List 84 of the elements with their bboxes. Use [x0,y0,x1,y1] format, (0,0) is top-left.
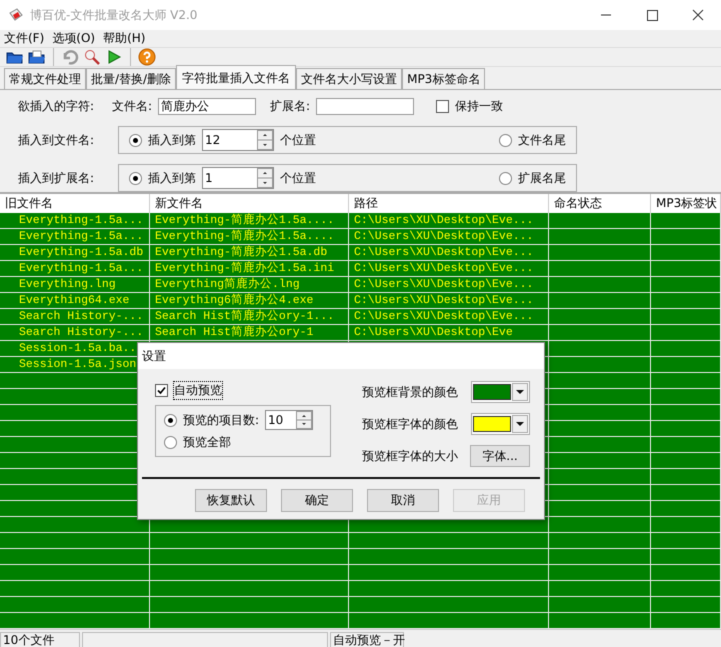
column-header[interactable]: MP3标签状 [651,194,721,213]
tab[interactable]: 文件名大小写设置 [296,68,402,89]
spin-field[interactable]: 12 [202,129,274,151]
table-cell: C:\Users\XU\Desktop\Eve... [349,229,549,244]
field-label: 扩展名: [270,98,310,114]
tab[interactable]: 字符批量插入文件名 [176,65,296,89]
table-cell: C:\Users\XU\Desktop\Eve... [349,261,549,276]
help-icon[interactable] [138,48,156,66]
table-cell: C:\Users\XU\Desktop\Eve... [349,309,549,324]
window-title: 博百优-文件批量改名大师 V2.0 [30,6,198,24]
spin-suffix: 个位置 [280,132,316,148]
setting-label: 预览框背景的颜色 [362,384,458,400]
radio-button[interactable] [129,172,142,184]
dialog-button[interactable]: 恢复默认 [195,489,267,512]
table-cell: Everything-简鹿办公1.5a.ini [150,261,349,276]
spin-suffix: 个位置 [280,170,316,186]
spin-field[interactable]: 1 [202,167,274,189]
spin-arrows-icon[interactable] [296,411,312,429]
table-cell: Everything-1.5a... [0,261,150,276]
radio-label: 预览的项目数: [183,412,260,428]
tab[interactable]: 批量/替换/删除 [86,68,176,89]
table-cell: C:\Users\XU\Desktop\Eve... [349,277,549,292]
radio-button[interactable] [499,172,512,184]
checkbox-label: 保持一致 [455,98,504,114]
table-cell: Everything-1.5a... [0,229,150,244]
radio-label: 插入到第 [148,170,196,186]
table-cell: Everything-简鹿办公1.5a.... [150,229,349,244]
table-cell: Everything6简鹿办公4.exe [150,293,349,308]
tab[interactable]: MP3标签命名 [402,68,486,89]
table-cell: C:\Users\XU\Desktop\Eve... [349,213,549,228]
table-cell: Everything-1.5a... [0,213,150,228]
table-cell: Everything-1.5a.db [0,245,150,260]
spin-field[interactable]: 10 [265,410,314,430]
field-label: 插入到文件名: [18,132,96,148]
table-cell: C:\Users\XU\Desktop\Eve [349,325,549,340]
radio-label: 预览全部 [183,434,231,450]
table-cell: Everything简鹿办公.lng [150,277,349,292]
color-picker[interactable] [471,413,530,435]
radio-button[interactable] [164,414,177,426]
checkbox[interactable] [155,384,168,396]
dialog-button[interactable]: 确定 [281,489,353,512]
app-icon [8,7,24,23]
table-cell: C:\Users\XU\Desktop\Eve... [349,245,549,260]
color-picker[interactable] [471,381,530,403]
radio-button[interactable] [129,134,142,146]
table-cell: Search History-... [0,309,150,324]
folder-icon[interactable] [28,49,46,65]
menu-item[interactable]: 帮助(H) [103,30,146,47]
setting-label: 预览框字体的颜色 [362,416,458,432]
table-cell: Everything-简鹿办公1.5a.db [150,245,349,260]
column-header[interactable]: 路径 [349,194,549,213]
table-cell: Search Hist简鹿办公ory-1... [150,309,349,324]
field-label: 欲插入的字符: [18,98,96,114]
spin-arrows-icon[interactable] [257,168,273,188]
status-cell: 10个文件 [0,632,80,647]
column-header[interactable]: 旧文件名 [0,194,150,213]
extension-field[interactable] [316,98,414,114]
column-header[interactable]: 命名状态 [549,194,651,213]
menu-item[interactable]: 文件(F) [4,30,44,47]
radio-label: 扩展名尾 [518,170,566,186]
status-cell: 自动预览－开 [330,632,404,647]
column-header[interactable]: 新文件名 [150,194,349,213]
table-cell: C:\Users\XU\Desktop\Eve... [349,293,549,308]
font-button[interactable]: 字体... [470,445,530,467]
table-cell: Search History-... [0,325,150,340]
menu-item[interactable]: 选项(O) [52,30,96,47]
search-icon[interactable] [83,49,101,65]
table-cell: Search Hist简鹿办公ory-1 [150,325,349,340]
field-label: 插入到扩展名: [18,170,96,186]
radio-label: 文件名尾 [518,132,566,148]
radio-label: 插入到第 [148,132,196,148]
table-cell: Everything-简鹿办公1.5a.... [150,213,349,228]
field-label: 文件名: [112,98,152,114]
radio-button[interactable] [499,134,512,146]
table-cell: Everything.lng [0,277,150,292]
filename-field[interactable]: 简鹿办公 [158,98,256,114]
spin-arrows-icon[interactable] [257,130,273,150]
checkbox-label: 自动预览 [174,382,222,398]
dialog-button[interactable]: 取消 [367,489,439,512]
tab[interactable]: 常规文件处理 [4,68,86,89]
checkbox[interactable] [436,100,450,112]
setting-label: 预览框字体的大小 [362,448,458,464]
radio-button[interactable] [164,436,177,448]
table-cell: Everything64.exe [0,293,150,308]
